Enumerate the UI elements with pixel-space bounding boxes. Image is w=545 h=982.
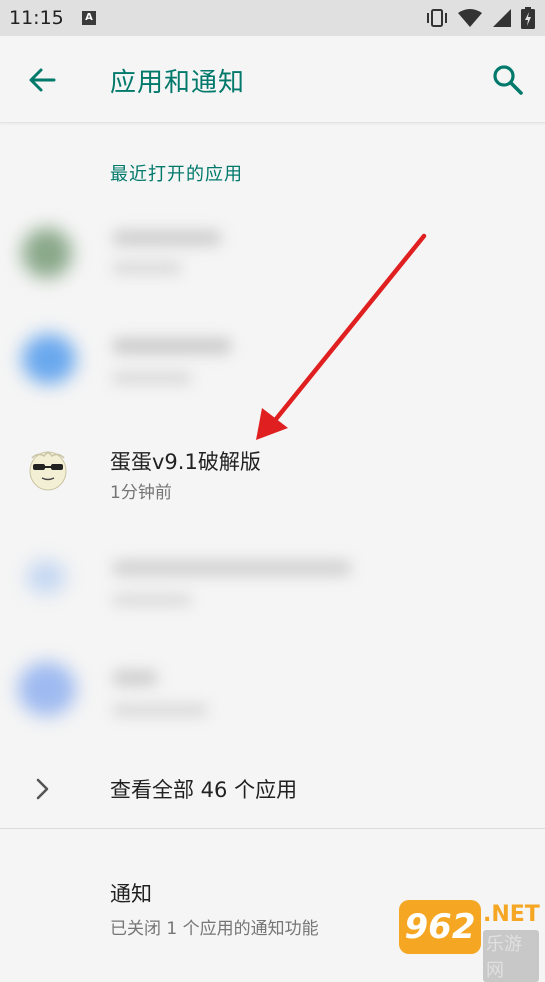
see-all-apps-item[interactable]: 查看全部 46 个应用 [0,752,545,826]
back-arrow-icon[interactable] [24,62,60,98]
recent-apps-header: 最近打开的应用 [110,164,243,185]
blurred-app-time [112,372,192,384]
app-name: 蛋蛋v9.1破解版 [110,450,261,474]
blurred-app-icon [22,334,76,384]
site-watermark: 962 .NET 乐游网 [399,900,540,982]
signal-icon [493,9,511,27]
chevron-right-icon [36,778,49,800]
watermark-suffix: .NET [483,902,540,927]
recent-app-item[interactable]: 蛋蛋v9.1破解版 1分钟前 [0,420,545,510]
blurred-app-name [112,338,232,354]
blurred-app-time [112,262,182,274]
app-bar: 应用和通知 [0,36,545,123]
blurred-app-icon [26,560,66,594]
vibrate-icon [427,9,447,27]
watermark-number: 962 [399,900,481,954]
notification-a-icon: A [82,11,96,25]
blurred-app-row[interactable] [0,310,545,410]
blurred-app-time [112,594,192,606]
notifications-summary: 已关闭 1 个应用的通知功能 [110,919,319,939]
notifications-title: 通知 [110,882,152,906]
egg-character-icon [29,451,67,491]
blurred-app-icon [18,662,76,716]
see-all-apps-label: 查看全部 46 个应用 [110,778,298,802]
blurred-app-icon [22,228,72,278]
status-icons [425,7,535,29]
app-last-opened: 1分钟前 [110,483,172,503]
search-icon[interactable] [489,61,527,99]
page-title: 应用和通知 [110,68,246,98]
status-bar: 11:15 A [0,0,545,36]
blurred-app-row[interactable] [0,530,545,630]
blurred-app-row[interactable] [0,206,545,306]
blurred-app-name [112,230,222,246]
watermark-site-name: 乐游网 [483,930,539,982]
blurred-app-name [112,670,158,686]
status-time: 11:15 [9,7,64,29]
battery-charging-icon [521,7,535,29]
blurred-app-row[interactable] [0,640,545,740]
wifi-icon [458,9,482,27]
blurred-app-name [112,560,352,576]
divider [0,828,545,829]
blurred-app-time [112,704,208,716]
